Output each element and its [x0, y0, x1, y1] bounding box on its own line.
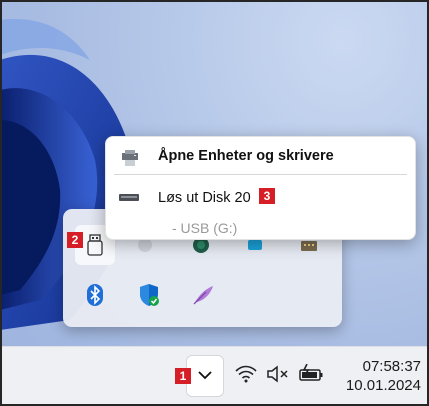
bluetooth-icon [87, 284, 103, 306]
usb-drive-icon [87, 234, 103, 256]
speaker-muted-icon[interactable] [266, 365, 290, 383]
feather-icon [193, 286, 213, 305]
wifi-icon[interactable] [234, 365, 258, 383]
eject-drive-icon [119, 194, 139, 201]
feather-tray-item[interactable] [183, 275, 223, 315]
menu-separator [114, 174, 407, 175]
battery-charging-icon[interactable] [298, 364, 324, 382]
marker-1: 1 [175, 368, 191, 384]
chevron-down-icon [198, 371, 212, 380]
bluetooth-tray-item[interactable] [75, 275, 115, 315]
menu-item-eject-disk-label: Løs ut Disk 20 [158, 190, 251, 206]
windows-security-tray-item[interactable] [129, 275, 169, 315]
menu-subitem-usb-volume: - USB (G:) [172, 220, 238, 236]
taskbar: 07:58:37 10.01.2024 [2, 346, 427, 405]
marker-3: 3 [259, 188, 275, 204]
show-hidden-icons-button[interactable] [186, 355, 224, 397]
marker-2: 2 [67, 232, 83, 248]
menu-item-open-devices-label: Åpne Enheter og skrivere [158, 148, 334, 164]
devices-printers-icon [122, 150, 138, 166]
system-clock[interactable]: 07:58:37 10.01.2024 [346, 357, 421, 395]
clock-time: 07:58:37 [362, 358, 421, 375]
menu-item-open-devices[interactable]: Åpne Enheter og skrivere [106, 147, 415, 169]
screen: Åpne Enheter og skrivere Løs ut Disk 20 … [0, 0, 429, 406]
clock-date: 10.01.2024 [345, 377, 421, 394]
windows-security-icon [140, 284, 159, 306]
